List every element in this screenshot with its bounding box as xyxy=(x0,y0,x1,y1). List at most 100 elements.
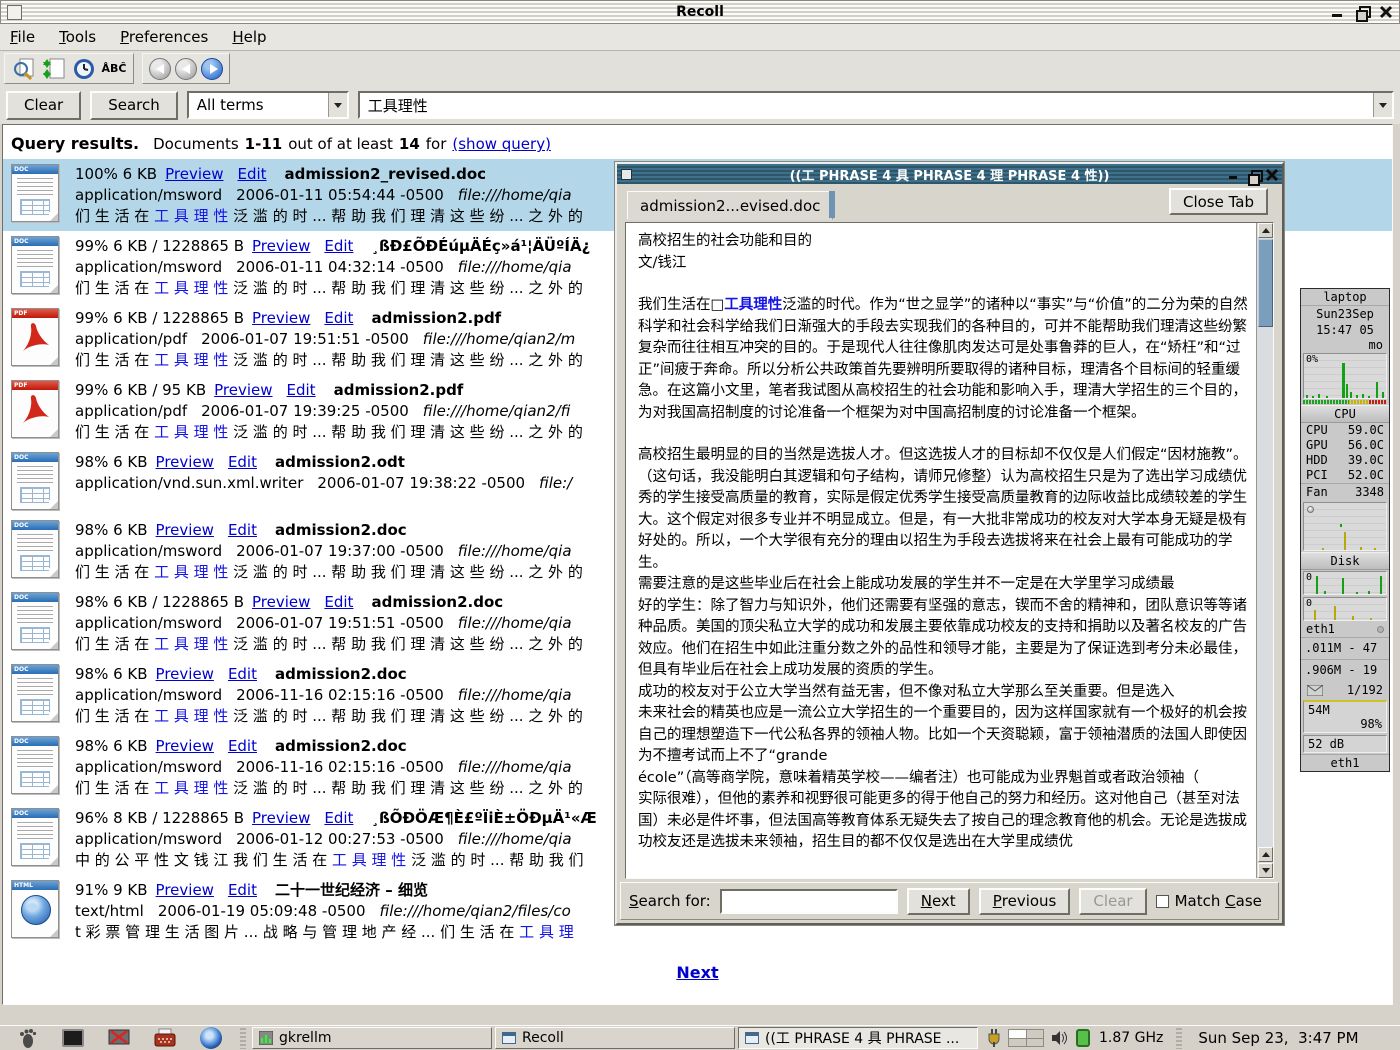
menu-preferences[interactable]: Preferences xyxy=(120,28,208,46)
next-page-icon[interactable] xyxy=(201,58,223,80)
search-button[interactable]: Search xyxy=(90,91,178,120)
speaker-icon[interactable] xyxy=(1051,1030,1069,1046)
display-off-icon[interactable] xyxy=(107,1027,131,1050)
snippet-segment: 们 生 活 在 xyxy=(75,635,154,653)
result-snippet: 们 生 活 在 工 具 理 性 泛 滥 的 时 ... 帮 助 我 们 理 清 … xyxy=(75,206,583,227)
disk-write-chart[interactable]: 0 xyxy=(1303,597,1387,621)
menu-tools[interactable]: Tools xyxy=(59,28,96,46)
scrollbar[interactable] xyxy=(1256,223,1273,878)
panel-handle[interactable] xyxy=(1176,1028,1182,1049)
preview-text[interactable]: 高校招生的社会功能和目的 文/钱江我们生活在□工具理性泛滥的时代。作为“世之显学… xyxy=(638,231,1249,874)
gkrellm-date: Sun23Sep xyxy=(1301,306,1389,322)
preview-link[interactable]: Preview xyxy=(165,165,223,183)
volume-meter[interactable]: 52 dB xyxy=(1303,735,1387,753)
menu-file[interactable]: File xyxy=(10,28,35,46)
taskbar-clock[interactable]: Sun Sep 23, 3:47 PM xyxy=(1198,1029,1358,1047)
edit-link[interactable]: Edit xyxy=(287,381,316,399)
search-input[interactable]: 工具理性 xyxy=(358,91,1394,119)
edit-link[interactable]: Edit xyxy=(228,453,257,471)
result-filename: admission2_revised.doc xyxy=(285,165,487,183)
edit-link[interactable]: Edit xyxy=(324,593,353,611)
chevron-down-icon[interactable] xyxy=(328,93,347,117)
result-line1: 99% 6 KB / 1228865 BPreviewEdit¸ßÐ£ÕÐÉúµ… xyxy=(75,236,590,257)
cpu-load-chart[interactable]: 0% xyxy=(1303,353,1387,399)
preview-link[interactable]: Preview xyxy=(156,881,214,899)
close-icon[interactable] xyxy=(1379,5,1393,19)
gnome-menu-icon[interactable] xyxy=(15,1027,39,1050)
menu-help[interactable]: Help xyxy=(232,28,266,46)
terminal-icon[interactable] xyxy=(61,1027,85,1050)
preview-link[interactable]: Preview xyxy=(252,809,310,827)
task-preview-phrase[interactable]: ((工 PHRASE 4 具 PHRASE ... xyxy=(738,1027,978,1049)
find-input[interactable] xyxy=(720,889,898,914)
power-plug-icon[interactable] xyxy=(987,1028,1001,1048)
scroll-up-icon[interactable] xyxy=(1258,223,1273,238)
edit-link[interactable]: Edit xyxy=(228,737,257,755)
edit-link[interactable]: Edit xyxy=(324,809,353,827)
typewriter-icon[interactable] xyxy=(153,1027,177,1050)
task-gkrellm[interactable]: gkrellm xyxy=(252,1027,492,1049)
preview-tab[interactable]: admission2...evised.doc xyxy=(627,191,833,220)
edit-link[interactable]: Edit xyxy=(228,881,257,899)
result-snippet: 们 生 活 在 工 具 理 性 泛 滥 的 时 ... 帮 助 我 们 理 清 … xyxy=(75,706,583,727)
result-mimetype: application/pdf xyxy=(75,330,187,348)
close-tab-button[interactable]: Close Tab xyxy=(1169,188,1268,215)
match-case-option[interactable]: Match Case xyxy=(1156,892,1262,910)
first-page-icon[interactable] xyxy=(149,58,171,80)
snippet-segment: 工 具 理 性 xyxy=(154,279,228,297)
result-line1: 100% 6 KBPreviewEditadmission2_revised.d… xyxy=(75,164,583,185)
edit-link[interactable]: Edit xyxy=(228,521,257,539)
search-mode-select[interactable]: All terms xyxy=(187,91,349,119)
fan-chart[interactable] xyxy=(1303,502,1387,552)
workspace-switcher[interactable] xyxy=(1008,1029,1044,1047)
preview-link[interactable]: Preview xyxy=(156,453,214,471)
edit-link[interactable]: Edit xyxy=(324,309,353,327)
preview-titlebar[interactable]: ((工 PHRASE 4 具 PHRASE 4 理 PHRASE 4 性)) xyxy=(617,164,1282,184)
temp-label: PCI xyxy=(1306,468,1328,483)
mail-row: 1/192 xyxy=(1301,681,1389,699)
term-explorer-icon[interactable]: ÅBĈ xyxy=(101,56,127,82)
preview-link[interactable]: Preview xyxy=(156,521,214,539)
find-previous-button[interactable]: Previous xyxy=(979,888,1071,915)
prev-page-icon[interactable] xyxy=(175,58,197,80)
advanced-search-icon[interactable] xyxy=(11,56,37,82)
find-clear-button[interactable]: Clear xyxy=(1079,888,1146,915)
cpu-freq-icon[interactable] xyxy=(1076,1029,1090,1047)
preview-link[interactable]: Preview xyxy=(156,665,214,683)
sort-parameters-icon[interactable] xyxy=(41,56,67,82)
main-titlebar[interactable]: Recoll xyxy=(0,0,1400,24)
edit-link[interactable]: Edit xyxy=(237,165,266,183)
minimize-icon[interactable] xyxy=(1331,5,1345,19)
task-recoll[interactable]: Recoll xyxy=(495,1027,735,1049)
preview-link[interactable]: Preview xyxy=(214,381,272,399)
maximize-icon[interactable] xyxy=(1247,169,1259,181)
close-icon[interactable] xyxy=(1266,169,1278,181)
preview-link[interactable]: Preview xyxy=(252,237,310,255)
find-next-button[interactable]: Next xyxy=(907,888,970,915)
disk-read-chart[interactable]: 0 xyxy=(1303,571,1387,595)
next-results-link[interactable]: Next xyxy=(676,963,718,982)
history-icon[interactable] xyxy=(71,56,97,82)
firefox-icon[interactable] xyxy=(199,1027,223,1050)
preview-link[interactable]: Preview xyxy=(252,309,310,327)
preview-link[interactable]: Preview xyxy=(252,593,310,611)
maximize-icon[interactable] xyxy=(1355,5,1369,19)
match-case-checkbox[interactable] xyxy=(1156,895,1169,908)
preview-link[interactable]: Preview xyxy=(156,737,214,755)
edit-link[interactable]: Edit xyxy=(228,665,257,683)
result-date: 2006-01-07 19:51:51 -0500 xyxy=(201,330,409,348)
edit-link[interactable]: Edit xyxy=(324,237,353,255)
memory-meter[interactable]: 54M 98% xyxy=(1303,700,1387,733)
clear-button[interactable]: Clear xyxy=(6,91,81,120)
result-line1: 98% 6 KBPreviewEditadmission2.odt xyxy=(75,452,572,473)
minimize-icon[interactable] xyxy=(1228,169,1240,181)
scroll-down-icon[interactable] xyxy=(1258,863,1273,878)
result-url: file:///home/qian2/files/co xyxy=(380,902,571,920)
show-query-link[interactable]: (show query) xyxy=(452,135,551,153)
scrollbar-thumb[interactable] xyxy=(1258,239,1273,327)
result-line1: 99% 6 KB / 95 KBPreviewEditadmission2.pd… xyxy=(75,380,583,401)
chevron-down-icon[interactable] xyxy=(1373,93,1392,117)
snippet-segment: 们 生 活 在 xyxy=(75,423,154,441)
scroll-up-icon[interactable] xyxy=(1258,847,1273,862)
panel-handle[interactable] xyxy=(240,1028,246,1049)
